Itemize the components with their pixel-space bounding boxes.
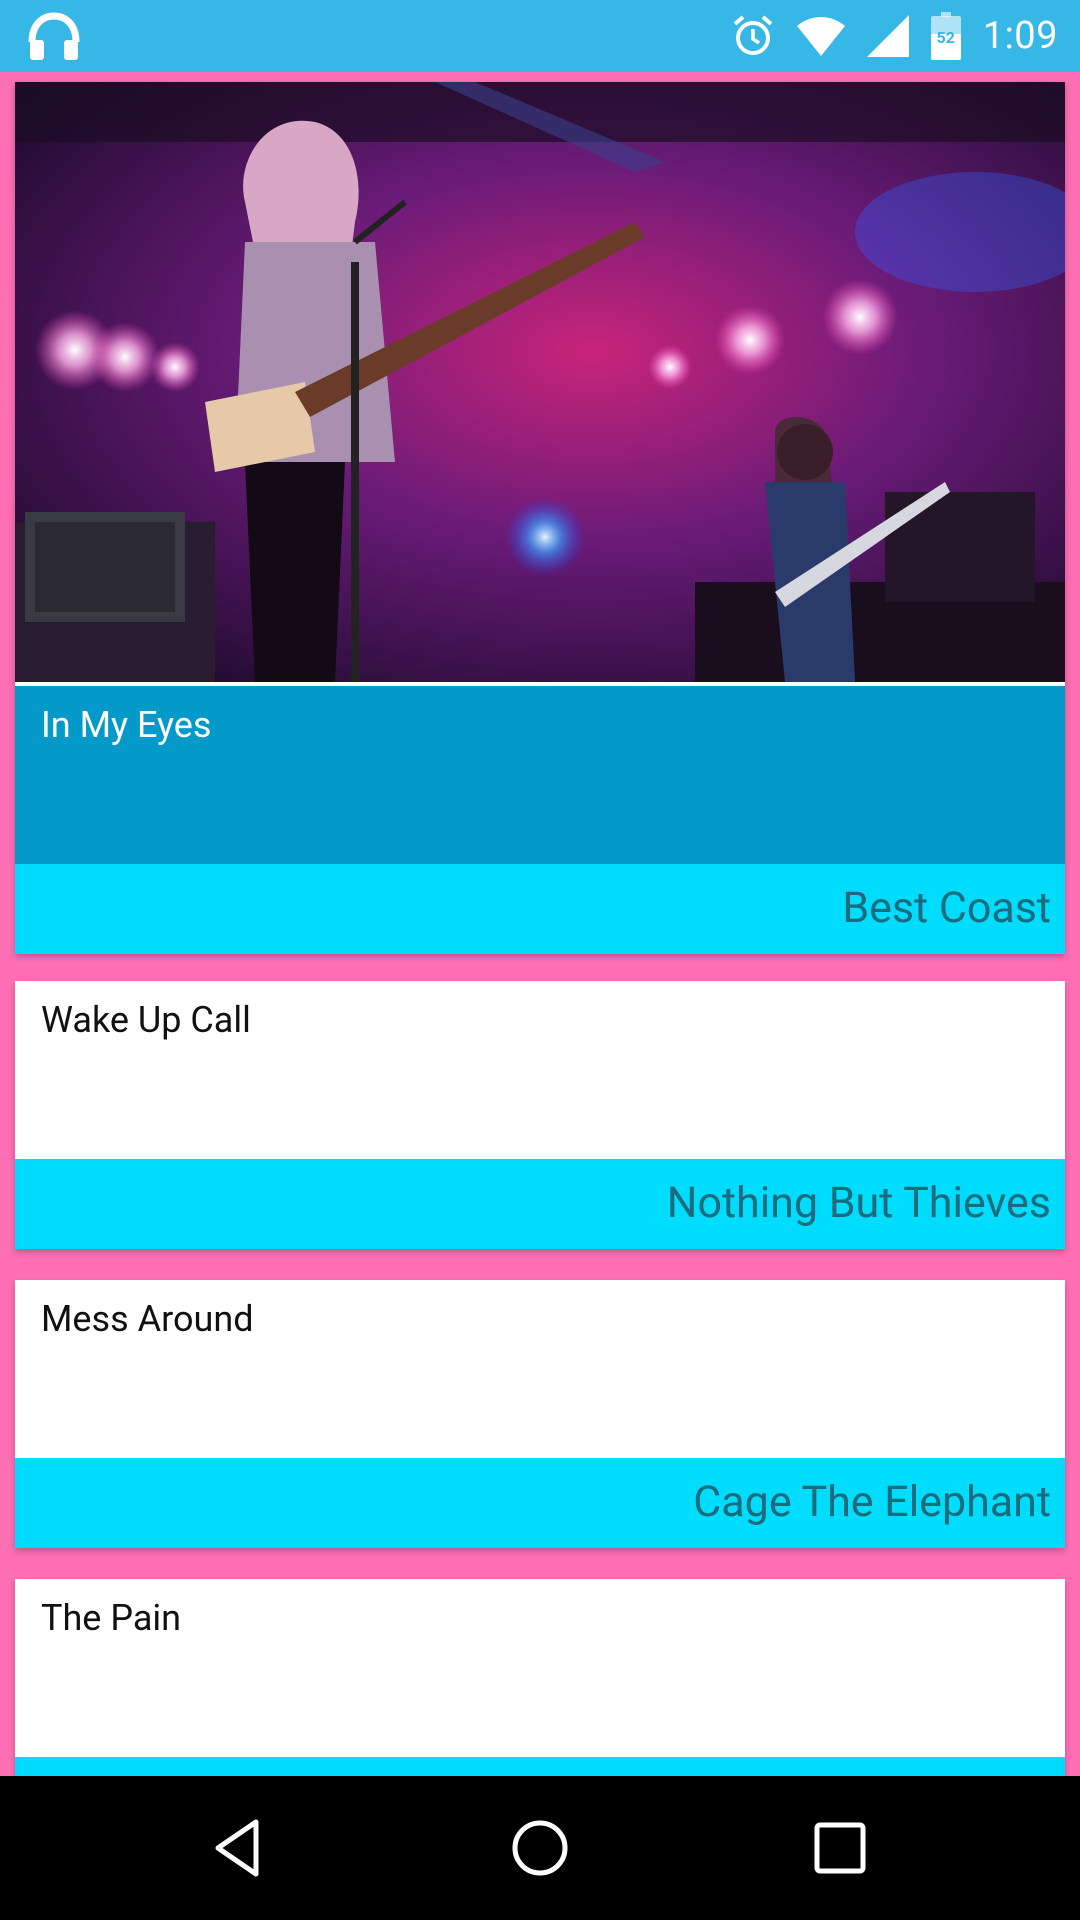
navigation-bar: [0, 1776, 1080, 1920]
signal-icon: [866, 15, 909, 57]
home-icon[interactable]: [508, 1816, 572, 1880]
song-card[interactable]: In My Eyes Best Coast: [15, 82, 1065, 954]
song-title: The Pain: [41, 1597, 182, 1639]
battery-icon: 52: [930, 12, 961, 60]
artist-name: Nothing But Thieves: [666, 1178, 1051, 1228]
title-area: Mess Around: [15, 1280, 1065, 1458]
status-bar: 52 1:09: [0, 0, 1080, 72]
headphones-icon: [28, 12, 80, 60]
recents-icon[interactable]: [808, 1816, 872, 1880]
wifi-icon: [796, 17, 845, 56]
song-title: Wake Up Call: [41, 999, 251, 1041]
song-title: In My Eyes: [41, 704, 212, 746]
back-icon[interactable]: [208, 1816, 272, 1880]
song-title: Mess Around: [41, 1298, 254, 1340]
artist-bar: Nothing But Thieves: [15, 1159, 1065, 1249]
artist-bar: Cage The Elephant: [15, 1458, 1065, 1548]
alarm-icon: [733, 15, 773, 55]
title-area: The Pain: [15, 1579, 1065, 1757]
artist-bar: Best Coast: [15, 864, 1065, 954]
status-time: 1:09: [982, 14, 1058, 58]
song-card[interactable]: Mess Around Cage The Elephant: [15, 1280, 1065, 1548]
song-card[interactable]: The Pain: [15, 1579, 1065, 1776]
battery-level: 52: [936, 28, 955, 47]
concert-photo: [15, 82, 1065, 682]
song-card[interactable]: Wake Up Call Nothing But Thieves: [15, 981, 1065, 1249]
title-area: In My Eyes: [15, 686, 1065, 864]
title-area: Wake Up Call: [15, 981, 1065, 1159]
artist-name: Best Coast: [842, 883, 1051, 933]
artist-name: Cage The Elephant: [693, 1477, 1051, 1527]
song-list[interactable]: In My Eyes Best Coast Wake Up Call Nothi…: [0, 72, 1080, 1776]
artist-bar: [15, 1757, 1065, 1776]
